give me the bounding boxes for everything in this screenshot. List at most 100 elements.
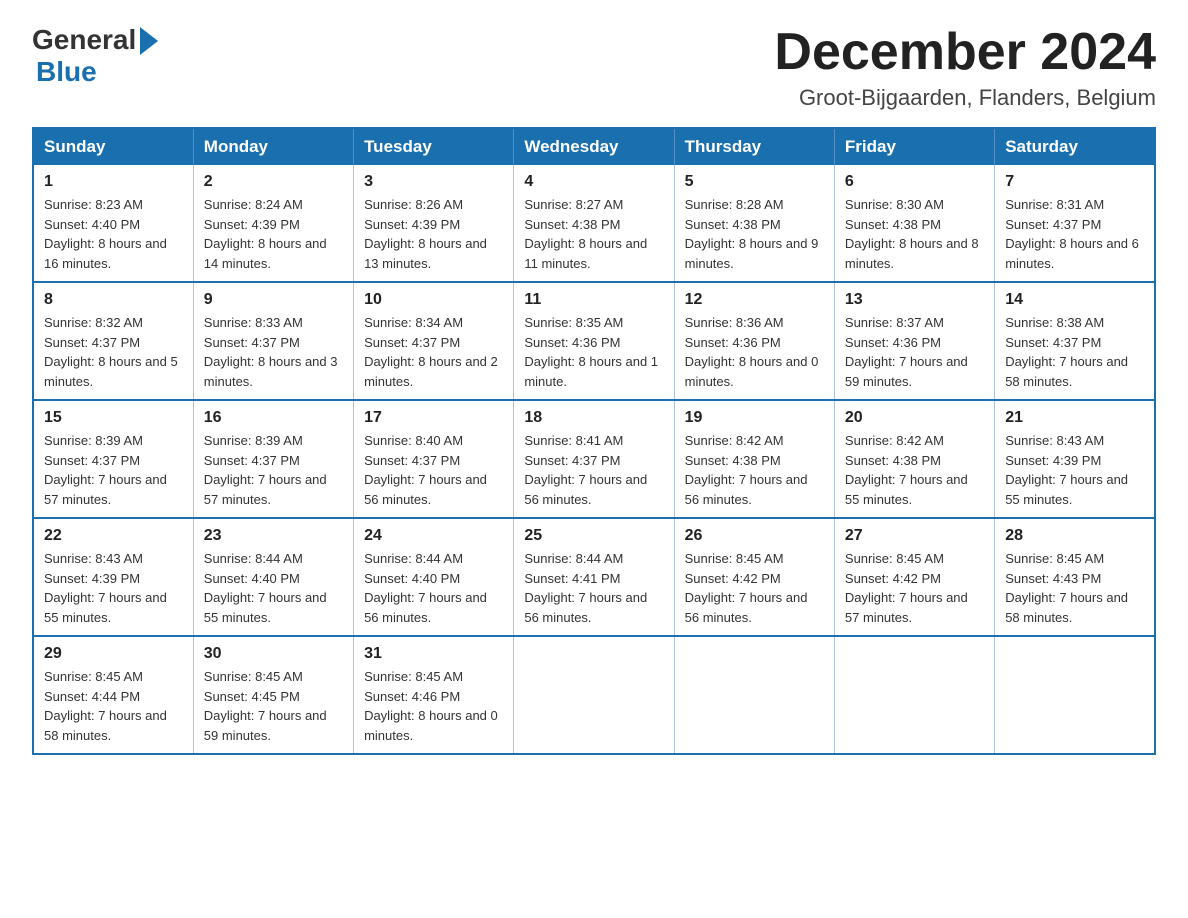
table-row: 11 Sunrise: 8:35 AM Sunset: 4:36 PM Dayl…: [514, 282, 674, 400]
day-info: Sunrise: 8:44 AM Sunset: 4:40 PM Dayligh…: [364, 549, 503, 627]
day-number: 24: [364, 527, 503, 545]
day-number: 28: [1005, 527, 1144, 545]
day-number: 12: [685, 291, 824, 309]
day-number: 13: [845, 291, 984, 309]
header-saturday: Saturday: [995, 128, 1155, 165]
day-info: Sunrise: 8:38 AM Sunset: 4:37 PM Dayligh…: [1005, 313, 1144, 391]
table-row: 9 Sunrise: 8:33 AM Sunset: 4:37 PM Dayli…: [193, 282, 353, 400]
title-section: December 2024 Groot-Bijgaarden, Flanders…: [774, 24, 1156, 111]
day-info: Sunrise: 8:35 AM Sunset: 4:36 PM Dayligh…: [524, 313, 663, 391]
day-info: Sunrise: 8:31 AM Sunset: 4:37 PM Dayligh…: [1005, 195, 1144, 273]
table-row: 28 Sunrise: 8:45 AM Sunset: 4:43 PM Dayl…: [995, 518, 1155, 636]
table-row: 20 Sunrise: 8:42 AM Sunset: 4:38 PM Dayl…: [834, 400, 994, 518]
table-row: 7 Sunrise: 8:31 AM Sunset: 4:37 PM Dayli…: [995, 165, 1155, 282]
calendar-week-3: 15 Sunrise: 8:39 AM Sunset: 4:37 PM Dayl…: [33, 400, 1155, 518]
day-number: 15: [44, 409, 183, 427]
table-row: [514, 636, 674, 754]
header-thursday: Thursday: [674, 128, 834, 165]
table-row: 17 Sunrise: 8:40 AM Sunset: 4:37 PM Dayl…: [354, 400, 514, 518]
day-number: 23: [204, 527, 343, 545]
calendar-title: December 2024: [774, 24, 1156, 81]
page-header: General Blue December 2024 Groot-Bijgaar…: [32, 24, 1156, 111]
day-number: 17: [364, 409, 503, 427]
day-info: Sunrise: 8:24 AM Sunset: 4:39 PM Dayligh…: [204, 195, 343, 273]
header-tuesday: Tuesday: [354, 128, 514, 165]
table-row: 10 Sunrise: 8:34 AM Sunset: 4:37 PM Dayl…: [354, 282, 514, 400]
calendar-week-4: 22 Sunrise: 8:43 AM Sunset: 4:39 PM Dayl…: [33, 518, 1155, 636]
day-info: Sunrise: 8:32 AM Sunset: 4:37 PM Dayligh…: [44, 313, 183, 391]
day-number: 2: [204, 173, 343, 191]
day-number: 19: [685, 409, 824, 427]
day-info: Sunrise: 8:42 AM Sunset: 4:38 PM Dayligh…: [685, 431, 824, 509]
day-number: 29: [44, 645, 183, 663]
day-number: 21: [1005, 409, 1144, 427]
day-number: 6: [845, 173, 984, 191]
table-row: [995, 636, 1155, 754]
table-row: 16 Sunrise: 8:39 AM Sunset: 4:37 PM Dayl…: [193, 400, 353, 518]
day-number: 3: [364, 173, 503, 191]
table-row: 12 Sunrise: 8:36 AM Sunset: 4:36 PM Dayl…: [674, 282, 834, 400]
day-info: Sunrise: 8:33 AM Sunset: 4:37 PM Dayligh…: [204, 313, 343, 391]
day-info: Sunrise: 8:41 AM Sunset: 4:37 PM Dayligh…: [524, 431, 663, 509]
day-info: Sunrise: 8:44 AM Sunset: 4:40 PM Dayligh…: [204, 549, 343, 627]
day-info: Sunrise: 8:23 AM Sunset: 4:40 PM Dayligh…: [44, 195, 183, 273]
table-row: [834, 636, 994, 754]
day-number: 20: [845, 409, 984, 427]
table-row: 27 Sunrise: 8:45 AM Sunset: 4:42 PM Dayl…: [834, 518, 994, 636]
day-info: Sunrise: 8:26 AM Sunset: 4:39 PM Dayligh…: [364, 195, 503, 273]
header-sunday: Sunday: [33, 128, 193, 165]
table-row: 19 Sunrise: 8:42 AM Sunset: 4:38 PM Dayl…: [674, 400, 834, 518]
table-row: 14 Sunrise: 8:38 AM Sunset: 4:37 PM Dayl…: [995, 282, 1155, 400]
table-row: 30 Sunrise: 8:45 AM Sunset: 4:45 PM Dayl…: [193, 636, 353, 754]
logo: General Blue: [32, 24, 158, 88]
day-info: Sunrise: 8:36 AM Sunset: 4:36 PM Dayligh…: [685, 313, 824, 391]
table-row: [674, 636, 834, 754]
day-info: Sunrise: 8:43 AM Sunset: 4:39 PM Dayligh…: [1005, 431, 1144, 509]
day-number: 30: [204, 645, 343, 663]
calendar-header-row: Sunday Monday Tuesday Wednesday Thursday…: [33, 128, 1155, 165]
day-number: 26: [685, 527, 824, 545]
table-row: 1 Sunrise: 8:23 AM Sunset: 4:40 PM Dayli…: [33, 165, 193, 282]
table-row: 8 Sunrise: 8:32 AM Sunset: 4:37 PM Dayli…: [33, 282, 193, 400]
logo-general-text: General: [32, 24, 136, 56]
day-info: Sunrise: 8:45 AM Sunset: 4:46 PM Dayligh…: [364, 667, 503, 745]
table-row: 5 Sunrise: 8:28 AM Sunset: 4:38 PM Dayli…: [674, 165, 834, 282]
header-monday: Monday: [193, 128, 353, 165]
day-info: Sunrise: 8:39 AM Sunset: 4:37 PM Dayligh…: [204, 431, 343, 509]
table-row: 31 Sunrise: 8:45 AM Sunset: 4:46 PM Dayl…: [354, 636, 514, 754]
day-number: 7: [1005, 173, 1144, 191]
calendar-subtitle: Groot-Bijgaarden, Flanders, Belgium: [774, 85, 1156, 111]
table-row: 13 Sunrise: 8:37 AM Sunset: 4:36 PM Dayl…: [834, 282, 994, 400]
day-info: Sunrise: 8:28 AM Sunset: 4:38 PM Dayligh…: [685, 195, 824, 273]
table-row: 15 Sunrise: 8:39 AM Sunset: 4:37 PM Dayl…: [33, 400, 193, 518]
calendar-week-5: 29 Sunrise: 8:45 AM Sunset: 4:44 PM Dayl…: [33, 636, 1155, 754]
day-info: Sunrise: 8:45 AM Sunset: 4:44 PM Dayligh…: [44, 667, 183, 745]
day-number: 31: [364, 645, 503, 663]
day-number: 18: [524, 409, 663, 427]
calendar-week-1: 1 Sunrise: 8:23 AM Sunset: 4:40 PM Dayli…: [33, 165, 1155, 282]
table-row: 22 Sunrise: 8:43 AM Sunset: 4:39 PM Dayl…: [33, 518, 193, 636]
day-info: Sunrise: 8:37 AM Sunset: 4:36 PM Dayligh…: [845, 313, 984, 391]
day-number: 8: [44, 291, 183, 309]
table-row: 26 Sunrise: 8:45 AM Sunset: 4:42 PM Dayl…: [674, 518, 834, 636]
table-row: 2 Sunrise: 8:24 AM Sunset: 4:39 PM Dayli…: [193, 165, 353, 282]
table-row: 23 Sunrise: 8:44 AM Sunset: 4:40 PM Dayl…: [193, 518, 353, 636]
logo-arrow-icon: [140, 27, 158, 55]
day-number: 27: [845, 527, 984, 545]
calendar-table: Sunday Monday Tuesday Wednesday Thursday…: [32, 127, 1156, 755]
day-number: 5: [685, 173, 824, 191]
day-number: 1: [44, 173, 183, 191]
table-row: 18 Sunrise: 8:41 AM Sunset: 4:37 PM Dayl…: [514, 400, 674, 518]
day-info: Sunrise: 8:40 AM Sunset: 4:37 PM Dayligh…: [364, 431, 503, 509]
table-row: 3 Sunrise: 8:26 AM Sunset: 4:39 PM Dayli…: [354, 165, 514, 282]
table-row: 24 Sunrise: 8:44 AM Sunset: 4:40 PM Dayl…: [354, 518, 514, 636]
day-number: 9: [204, 291, 343, 309]
day-number: 10: [364, 291, 503, 309]
logo-blue-text: Blue: [36, 56, 97, 88]
table-row: 29 Sunrise: 8:45 AM Sunset: 4:44 PM Dayl…: [33, 636, 193, 754]
day-info: Sunrise: 8:27 AM Sunset: 4:38 PM Dayligh…: [524, 195, 663, 273]
header-wednesday: Wednesday: [514, 128, 674, 165]
day-info: Sunrise: 8:44 AM Sunset: 4:41 PM Dayligh…: [524, 549, 663, 627]
day-info: Sunrise: 8:45 AM Sunset: 4:42 PM Dayligh…: [845, 549, 984, 627]
day-number: 14: [1005, 291, 1144, 309]
